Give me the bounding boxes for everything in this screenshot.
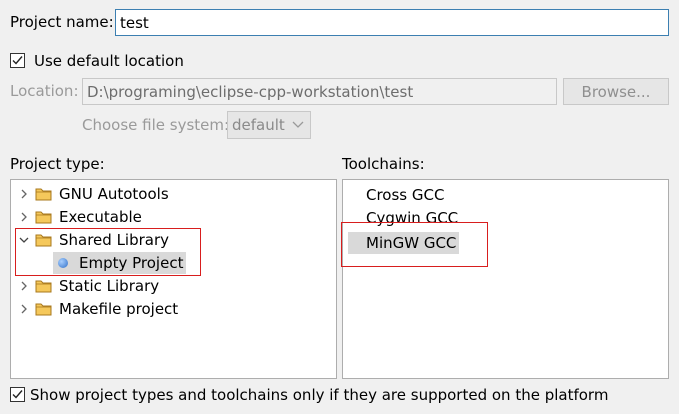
tree-item-shared-library[interactable]: Shared Library [17, 228, 172, 251]
project-name-label: Project name: [10, 13, 114, 31]
tree-item-label: Makefile project [59, 299, 179, 318]
chevron-right-icon[interactable] [17, 302, 31, 316]
toolchains-label: Toolchains: [342, 155, 425, 173]
chevron-down-icon[interactable] [17, 233, 31, 247]
tree-item-label: Static Library [59, 276, 160, 295]
folder-icon [35, 188, 52, 200]
tree-item-label: Empty Project [79, 253, 184, 272]
toolchain-item-cross-gcc[interactable]: Cross GCC [363, 183, 447, 206]
checkmark-icon [12, 390, 23, 399]
location-input[interactable] [82, 78, 557, 105]
tree-item-executable[interactable]: Executable [17, 205, 145, 228]
chevron-right-icon[interactable] [17, 210, 31, 224]
toolchain-item-mingw-gcc[interactable]: MinGW GCC [348, 231, 460, 254]
folder-open-icon [35, 234, 52, 246]
file-system-select[interactable]: default [227, 111, 311, 139]
tree-item-empty-project[interactable]: Empty Project [53, 251, 187, 274]
toolchain-item-cygwin-gcc[interactable]: Cygwin GCC [363, 206, 461, 229]
show-supported-only-checkbox[interactable] [10, 387, 25, 402]
tree-item-static-library[interactable]: Static Library [17, 274, 162, 297]
browse-button[interactable]: Browse... [563, 78, 669, 105]
browse-button-label: Browse... [581, 82, 651, 101]
tree-item-label: Shared Library [59, 230, 170, 249]
project-type-label: Project type: [10, 155, 105, 173]
toolchain-item-label: Cygwin GCC [366, 208, 459, 227]
project-template-icon [58, 257, 68, 268]
tree-item-makefile-project[interactable]: Makefile project [17, 297, 181, 320]
chevron-right-icon[interactable] [17, 279, 31, 293]
file-system-label: Choose file system: [82, 116, 230, 134]
project-name-input[interactable] [115, 9, 669, 36]
use-default-location-checkbox[interactable] [10, 53, 25, 68]
show-supported-only-label: Show project types and toolchains only i… [30, 386, 609, 404]
toolchain-item-label: MinGW GCC [348, 231, 460, 254]
checkmark-icon [12, 56, 23, 65]
tree-item-label: Executable [59, 207, 142, 226]
tree-item-gnu-autotools[interactable]: GNU Autotools [17, 182, 172, 205]
folder-icon [35, 303, 52, 315]
project-type-tree[interactable]: GNU Autotools Executable Shared Library … [10, 179, 337, 379]
toolchains-list[interactable]: Cross GCC Cygwin GCC MinGW GCC [342, 179, 669, 379]
folder-icon [35, 211, 52, 223]
use-default-location-label: Use default location [34, 52, 184, 70]
chevron-down-icon [292, 121, 304, 128]
file-system-selected-value: default [232, 116, 285, 134]
location-label: Location: [10, 82, 79, 100]
toolchain-item-label: Cross GCC [366, 185, 445, 204]
tree-item-label: GNU Autotools [59, 184, 169, 203]
chevron-right-icon[interactable] [17, 187, 31, 201]
folder-icon [35, 280, 52, 292]
